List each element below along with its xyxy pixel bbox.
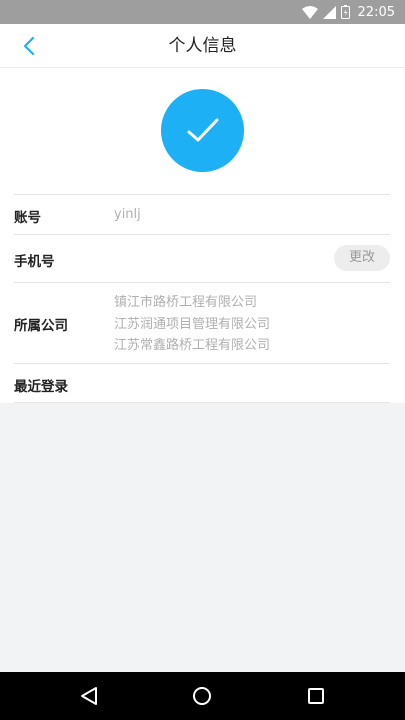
account-value: yinlj xyxy=(114,207,141,222)
nav-recents-button[interactable] xyxy=(304,684,328,708)
checkmark-icon xyxy=(187,118,218,141)
nav-home-button[interactable] xyxy=(190,684,214,708)
nav-back-button[interactable] xyxy=(77,684,101,708)
wifi-icon xyxy=(301,5,318,19)
last-login-label: 最近登录 xyxy=(14,379,68,395)
change-phone-button[interactable]: 更改 xyxy=(334,245,390,271)
avatar xyxy=(161,89,244,172)
recents-square-icon xyxy=(308,688,324,704)
system-nav-bar xyxy=(0,672,405,720)
company-item: 江苏常鑫路桥工程有限公司 xyxy=(114,338,271,353)
company-item: 镇江市路桥工程有限公司 xyxy=(114,295,258,310)
app-header: 个人信息 xyxy=(0,24,405,68)
status-time: 22:05 xyxy=(357,4,395,20)
last-login-row: 最近登录 xyxy=(14,363,390,403)
back-triangle-icon xyxy=(81,687,97,705)
profile-panel: 账号 yinlj 手机号 更改 所属公司 镇江市路桥工程有限公司 江苏润通项目管… xyxy=(0,68,405,403)
account-row: 账号 yinlj xyxy=(14,194,390,234)
battery-icon xyxy=(340,5,350,19)
company-list: 镇江市路桥工程有限公司 江苏润通项目管理有限公司 江苏常鑫路桥工程有限公司 xyxy=(114,292,270,357)
phone-label: 手机号 xyxy=(14,254,55,270)
page-title: 个人信息 xyxy=(168,36,237,56)
company-row: 所属公司 镇江市路桥工程有限公司 江苏润通项目管理有限公司 江苏常鑫路桥工程有限… xyxy=(14,282,390,363)
status-bar: 22:05 xyxy=(0,0,405,24)
home-circle-icon xyxy=(193,687,211,705)
account-label: 账号 xyxy=(14,210,41,226)
signal-icon xyxy=(322,5,336,19)
phone-row: 手机号 更改 xyxy=(14,234,390,282)
company-item: 江苏润通项目管理有限公司 xyxy=(114,316,271,332)
company-label: 所属公司 xyxy=(14,318,68,334)
